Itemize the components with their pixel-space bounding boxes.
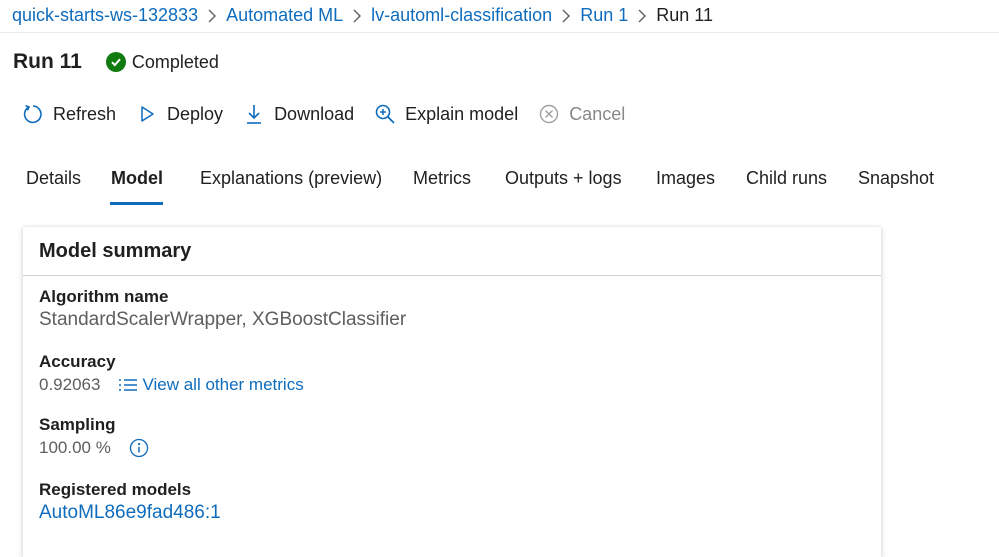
breadcrumb-workspace[interactable]: quick-starts-ws-132833 xyxy=(12,5,198,26)
tab-details[interactable]: Details xyxy=(26,168,81,189)
sampling-field: Sampling 100.00 % xyxy=(39,414,149,460)
page-title: Run 11 xyxy=(13,50,82,73)
tab-outputs-logs[interactable]: Outputs + logs xyxy=(505,168,622,189)
breadcrumb-current: Run 11 xyxy=(656,4,713,25)
tab-explanations[interactable]: Explanations (preview) xyxy=(200,168,382,189)
status-badge: Completed xyxy=(105,51,219,73)
run-header: Run 11 Completed xyxy=(13,47,219,77)
deploy-button[interactable]: Deploy xyxy=(136,103,223,125)
explain-model-label: Explain model xyxy=(405,103,519,124)
tab-model[interactable]: Model xyxy=(111,168,163,189)
breadcrumb: quick-starts-ws-132833 Automated ML lv-a… xyxy=(12,2,713,28)
model-summary-card: Model summary Algorithm name StandardSca… xyxy=(23,227,881,557)
active-tab-indicator xyxy=(110,202,163,205)
play-outline-icon xyxy=(136,103,158,125)
download-label: Download xyxy=(274,103,355,124)
refresh-label: Refresh xyxy=(53,103,117,124)
registered-models-field: Registered models AutoML86e9fad486:1 xyxy=(39,479,221,525)
cancel-button[interactable]: Cancel xyxy=(538,103,625,125)
view-all-metrics-link[interactable]: View all other metrics xyxy=(118,373,304,397)
command-bar: Refresh Deploy Download Explain model Ca… xyxy=(22,100,645,128)
algorithm-value: StandardScalerWrapper, XGBoostClassifier xyxy=(39,309,407,330)
card-title: Model summary xyxy=(39,239,192,262)
accuracy-row: 0.92063 View all other metrics xyxy=(39,373,304,397)
card-header: Model summary xyxy=(23,227,881,276)
algorithm-label: Algorithm name xyxy=(39,287,169,306)
deploy-label: Deploy xyxy=(167,103,224,124)
tab-metrics[interactable]: Metrics xyxy=(413,168,471,189)
chevron-right-icon xyxy=(552,5,580,26)
breadcrumb-parent-run[interactable]: Run 1 xyxy=(580,5,628,26)
chevron-right-icon xyxy=(628,5,656,26)
registered-models-label: Registered models xyxy=(39,480,192,499)
view-all-metrics-label: View all other metrics xyxy=(142,375,304,394)
chevron-right-icon xyxy=(343,5,371,26)
tab-snapshot[interactable]: Snapshot xyxy=(858,168,934,189)
tab-child-runs[interactable]: Child runs xyxy=(746,168,827,189)
registered-model-link[interactable]: AutoML86e9fad486:1 xyxy=(39,501,221,525)
refresh-button[interactable]: Refresh xyxy=(22,103,116,125)
sampling-value: 100.00 % xyxy=(39,438,111,457)
explain-model-button[interactable]: Explain model xyxy=(374,103,518,125)
sampling-row: 100.00 % xyxy=(39,436,149,460)
tab-images[interactable]: Images xyxy=(656,168,715,189)
accuracy-label: Accuracy xyxy=(39,352,116,371)
algorithm-field: Algorithm name StandardScalerWrapper, XG… xyxy=(39,286,406,332)
accuracy-value: 0.92063 xyxy=(39,375,101,394)
breadcrumb-automated-ml[interactable]: Automated ML xyxy=(226,5,343,26)
cancel-label: Cancel xyxy=(569,103,626,124)
download-button[interactable]: Download xyxy=(243,103,354,125)
zoom-in-icon xyxy=(374,103,396,125)
sampling-label: Sampling xyxy=(39,415,116,434)
download-icon xyxy=(243,103,265,125)
cancel-circle-icon xyxy=(538,103,560,125)
registered-models-row: AutoML86e9fad486:1 xyxy=(39,501,221,525)
header-divider xyxy=(0,32,999,33)
breadcrumb-experiment[interactable]: lv-automl-classification xyxy=(371,5,552,26)
accuracy-field: Accuracy 0.92063 View all other metrics xyxy=(39,351,304,397)
chevron-right-icon xyxy=(198,5,226,26)
status-text: Completed xyxy=(131,51,219,72)
list-icon xyxy=(118,377,138,393)
check-circle-icon xyxy=(105,52,126,72)
info-icon[interactable] xyxy=(129,438,149,458)
refresh-icon xyxy=(22,103,44,125)
